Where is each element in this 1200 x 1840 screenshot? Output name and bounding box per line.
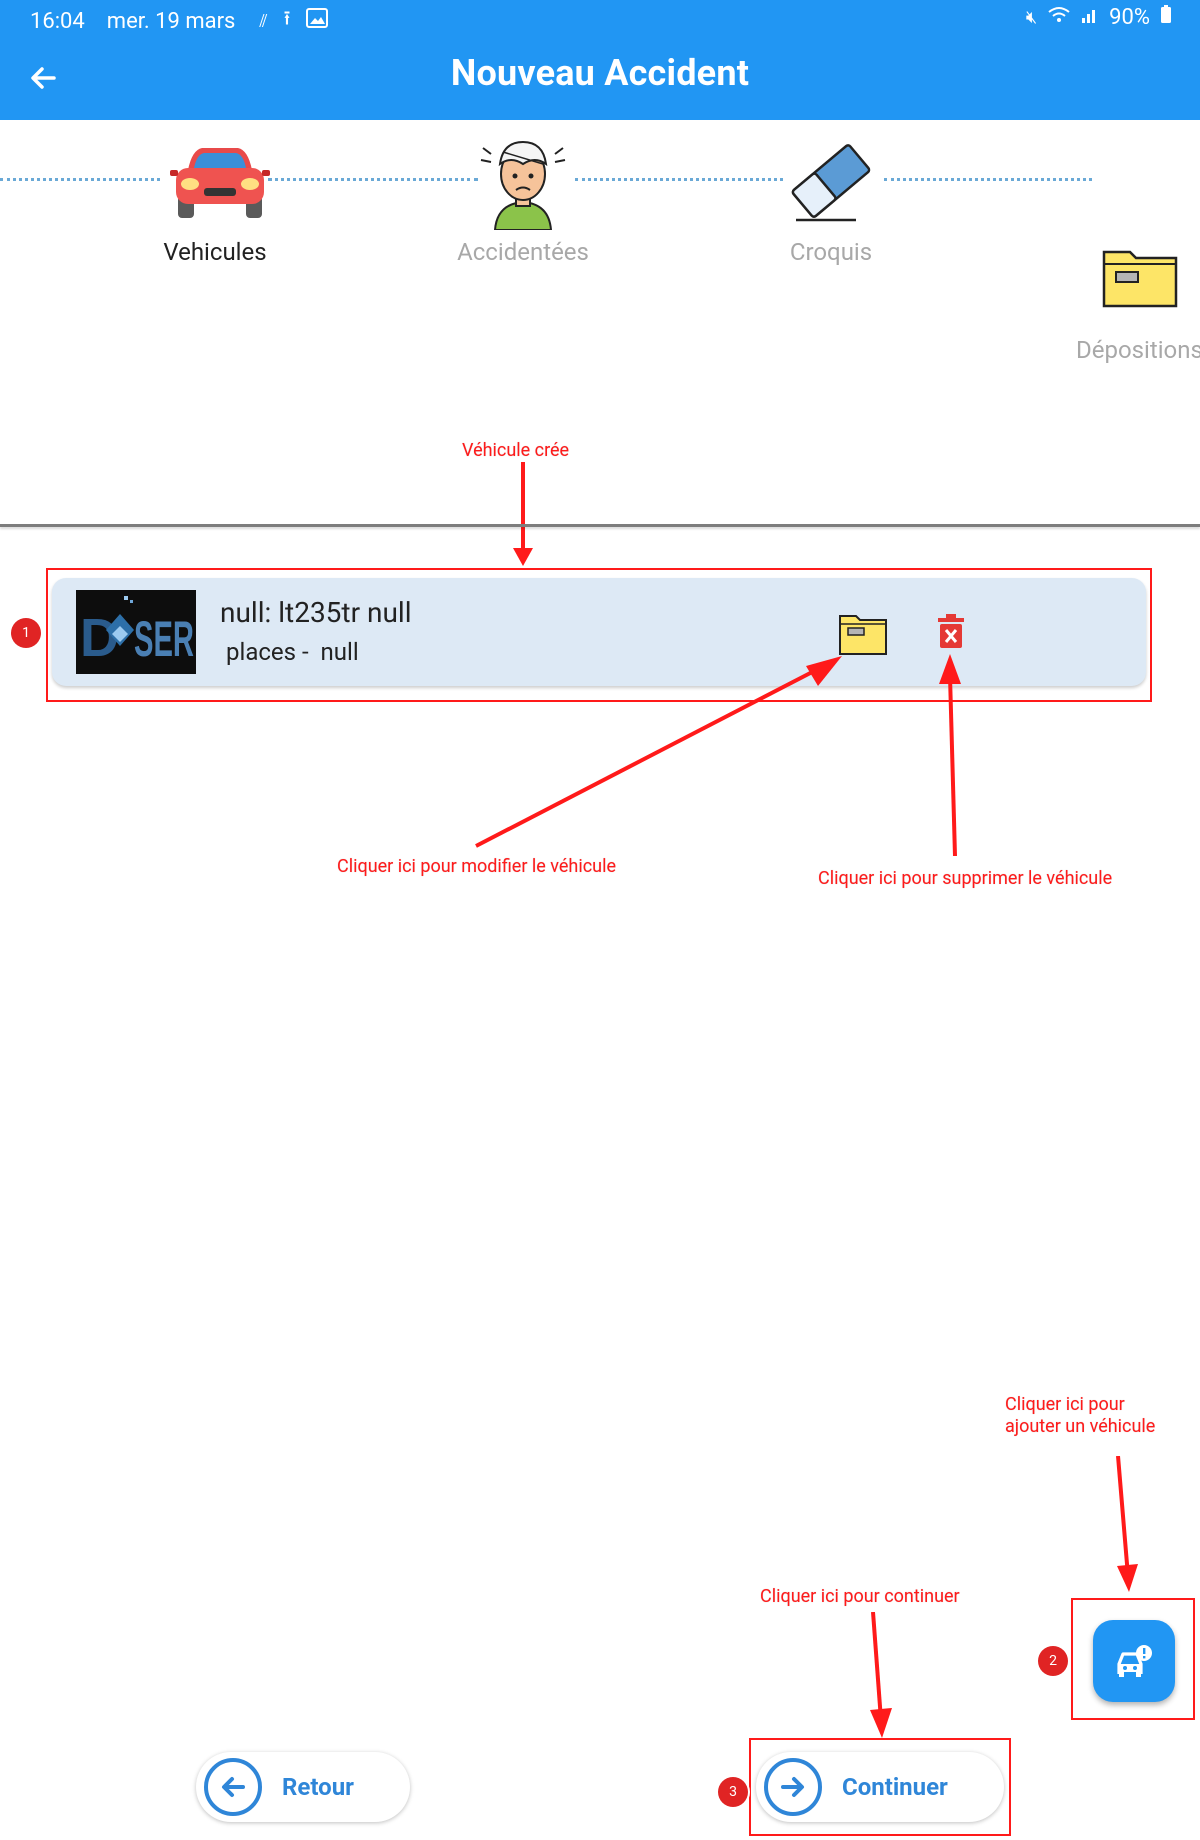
trash-icon — [938, 614, 964, 648]
annotation-arrow — [513, 462, 533, 566]
page-title: Nouveau Accident — [450, 52, 750, 94]
battery-icon — [1160, 4, 1172, 30]
step-label-vehicules: Vehicules — [163, 238, 267, 266]
divider — [0, 524, 1200, 527]
annotation-badge-2: 2 — [1038, 1646, 1068, 1676]
step-croquis[interactable]: Croquis — [756, 130, 906, 270]
eraser-icon — [791, 144, 871, 222]
annotation-edit: Cliquer ici pour modifier le véhicule — [337, 856, 616, 877]
svg-text:SER: SER — [134, 611, 194, 667]
status-time: 16:04 — [30, 8, 85, 34]
annotation-created: Véhicule crée — [462, 440, 570, 461]
folder-icon — [839, 615, 887, 655]
annotation-arrow — [1116, 1456, 1138, 1592]
mute-icon: 🔇︎ — [1025, 6, 1038, 28]
arrow-right-circle-icon — [764, 1758, 822, 1816]
annotation-badge-1: 1 — [11, 618, 41, 648]
annotation-add-line1: Cliquer ici pour — [1005, 1394, 1125, 1415]
annotation-add-line2: ajouter un véhicule — [1005, 1416, 1156, 1437]
stepper-connector — [884, 178, 1092, 181]
company-logo: D SER — [76, 590, 196, 674]
annotation-arrow — [870, 1612, 892, 1738]
step-accidentees[interactable]: Accidentées — [448, 130, 598, 270]
step-label-croquis: Croquis — [789, 238, 873, 266]
add-vehicle-fab[interactable] — [1093, 1620, 1175, 1702]
status-date: mer. 19 mars — [106, 8, 236, 34]
back-button[interactable]: Retour — [196, 1752, 410, 1822]
arrow-left-circle-icon — [204, 1758, 262, 1816]
signal-icon — [1081, 5, 1099, 30]
step-label-accidentees: Accidentées — [457, 238, 589, 266]
vehicle-card[interactable] — [52, 578, 1146, 686]
step-vehicules[interactable]: Vehicules — [140, 130, 290, 270]
stepper-connector — [575, 178, 783, 181]
data-saver-icon: ⫽ — [259, 10, 268, 32]
wifi-icon — [1047, 5, 1071, 30]
vehicle-subtitle: places - null — [226, 638, 359, 666]
battery-level: 90% — [1109, 4, 1150, 30]
annotation-continue: Cliquer ici pour continuer — [760, 1586, 960, 1607]
step-label-depositions: Dépositions — [1076, 336, 1200, 364]
image-icon — [306, 8, 329, 34]
annotation-delete: Cliquer ici pour supprimer le véhicule — [818, 868, 1113, 889]
stepper-connector — [0, 178, 160, 181]
continue-button[interactable]: Continuer — [756, 1752, 1004, 1822]
annotation-badge-3: 3 — [718, 1777, 748, 1807]
continue-button-label: Continuer — [842, 1773, 948, 1801]
step-depositions[interactable]: Dépositions — [1070, 240, 1200, 364]
folder-icon — [1102, 250, 1178, 308]
edit-vehicle-button[interactable] — [838, 610, 888, 656]
car-alert-icon — [1117, 1645, 1152, 1677]
injured-person-icon — [480, 140, 566, 230]
stepper-connector — [268, 178, 478, 181]
delete-vehicle-button[interactable] — [936, 614, 966, 650]
vehicle-title: null: lt235tr null — [220, 596, 412, 629]
back-button-label: Retour — [282, 1773, 354, 1801]
status-bar: 16:04 mer. 19 mars ⫽ ⭱ 🔇︎ 90% — [0, 0, 1200, 36]
car-icon — [170, 148, 270, 218]
upload-icon: ⭱ — [283, 6, 291, 30]
